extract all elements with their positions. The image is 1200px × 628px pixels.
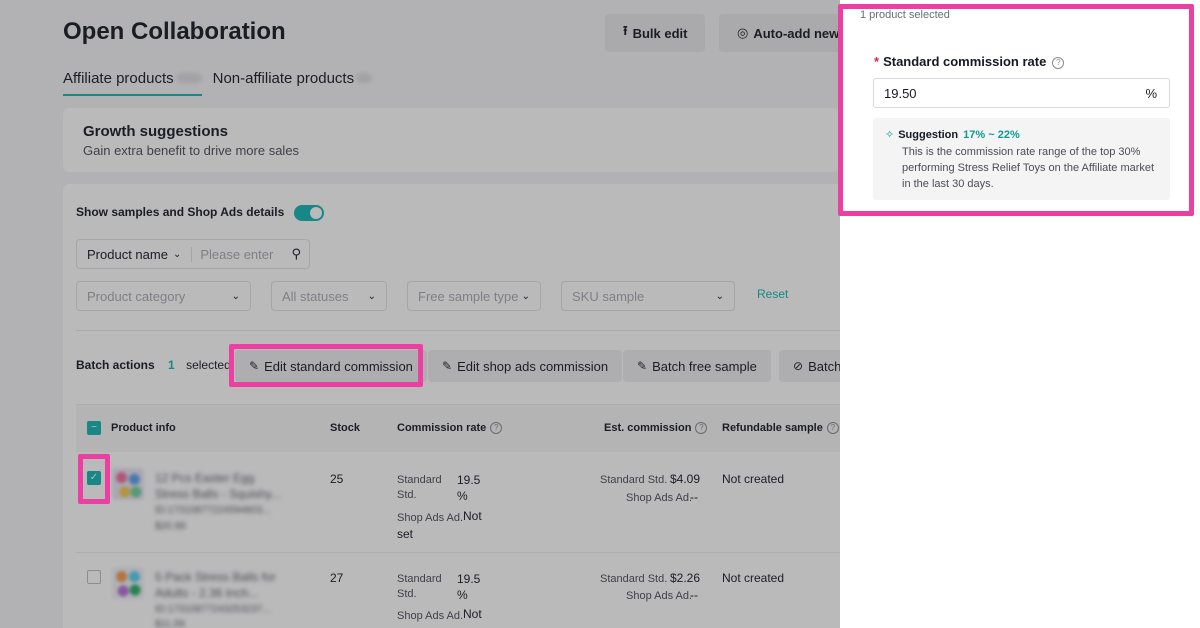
modal-overlay[interactable] xyxy=(0,0,840,628)
highlight-row-checkbox xyxy=(78,454,110,504)
highlight-edit-standard-commission xyxy=(229,344,423,387)
highlight-commission-drawer xyxy=(838,4,1194,216)
